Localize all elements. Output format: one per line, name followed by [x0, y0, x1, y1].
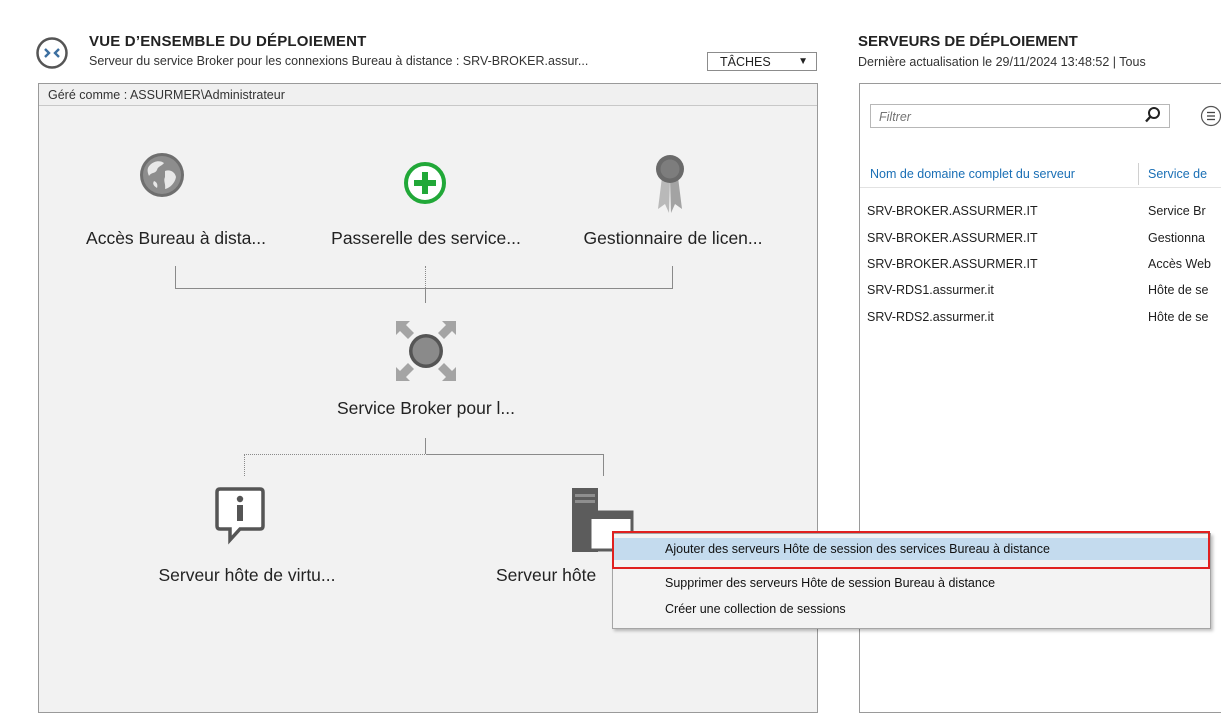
- connector-dotted-line: [425, 266, 426, 288]
- chevron-down-icon: ▼: [798, 56, 808, 67]
- info-speech-icon: [215, 487, 265, 545]
- connector-line: [175, 266, 176, 288]
- tasks-dropdown-button[interactable]: TÂCHES ▼: [707, 52, 817, 71]
- context-menu: Ajouter des serveurs Hôte de session des…: [612, 533, 1211, 629]
- node-broker[interactable]: Service Broker pour l...: [316, 318, 536, 428]
- node-gateway[interactable]: Passerelle des service...: [316, 148, 536, 258]
- connector-line: [672, 266, 673, 288]
- award-ribbon-icon: [656, 155, 684, 213]
- node-label-broker: Service Broker pour l...: [337, 398, 515, 418]
- cell-role: Gestionna: [1148, 231, 1205, 245]
- cell-fqdn: SRV-BROKER.ASSURMER.IT: [867, 231, 1038, 245]
- node-licensing[interactable]: Gestionnaire de licen...: [566, 148, 780, 258]
- globe-icon: [140, 153, 184, 197]
- table-row[interactable]: SRV-RDS1.assurmer.it Hôte de se: [860, 283, 1221, 305]
- menu-item-create-collection[interactable]: Créer une collection de sessions: [613, 598, 1210, 620]
- tasks-label: TÂCHES: [720, 54, 771, 69]
- connector-line: [426, 454, 604, 455]
- connector-line: [425, 438, 426, 454]
- table-row[interactable]: SRV-BROKER.ASSURMER.IT Service Br: [860, 204, 1221, 226]
- list-view-options-icon[interactable]: [1200, 105, 1221, 127]
- node-label-virtualization-host: Serveur hôte de virtu...: [158, 565, 336, 585]
- cell-role: Accès Web: [1148, 257, 1211, 271]
- connector-dotted-line: [244, 454, 425, 455]
- managed-as-label: Géré comme : ASSURMER\Administrateur: [39, 84, 817, 106]
- node-virtualization-host[interactable]: Serveur hôte de virtu...: [132, 485, 362, 595]
- node-label-licensing: Gestionnaire de licen...: [583, 228, 763, 248]
- node-label-web-access: Accès Bureau à dista...: [86, 228, 266, 248]
- cell-fqdn: SRV-RDS2.assurmer.it: [867, 310, 994, 324]
- filter-field[interactable]: [870, 104, 1170, 128]
- remote-desktop-icon: [36, 37, 68, 69]
- filter-input[interactable]: [877, 106, 1141, 128]
- overview-title: VUE D’ENSEMBLE DU DÉPLOIEMENT: [89, 33, 367, 50]
- connector-line: [425, 289, 426, 303]
- menu-item-add-session-host[interactable]: Ajouter des serveurs Hôte de session des…: [613, 538, 1210, 560]
- broker-hub-icon: [396, 321, 456, 381]
- servers-title: SERVEURS DE DÉPLOIEMENT: [858, 33, 1078, 50]
- plus-circle-icon: [404, 162, 446, 204]
- cell-fqdn: SRV-RDS1.assurmer.it: [867, 283, 994, 297]
- cell-fqdn: SRV-BROKER.ASSURMER.IT: [867, 257, 1038, 271]
- menu-item-remove-session-host[interactable]: Supprimer des serveurs Hôte de session B…: [613, 572, 1210, 594]
- table-row[interactable]: SRV-RDS2.assurmer.it Hôte de se: [860, 310, 1221, 332]
- header-divider: [860, 187, 1221, 188]
- column-header-service[interactable]: Service de: [1148, 167, 1221, 181]
- connector-line: [603, 454, 604, 476]
- table-row[interactable]: SRV-BROKER.ASSURMER.IT Gestionna: [860, 231, 1221, 253]
- node-label-gateway: Passerelle des service...: [331, 228, 521, 248]
- cell-role: Hôte de se: [1148, 283, 1209, 297]
- connector-dotted-line: [244, 454, 245, 476]
- node-label-session-host: Serveur hôte: [496, 565, 597, 585]
- cell-role: Hôte de se: [1148, 310, 1209, 324]
- connector-line: [175, 288, 673, 289]
- column-header-fqdn[interactable]: Nom de domaine complet du serveur: [870, 167, 1075, 181]
- node-web-access[interactable]: Accès Bureau à dista...: [70, 148, 282, 258]
- table-row[interactable]: SRV-BROKER.ASSURMER.IT Accès Web: [860, 257, 1221, 279]
- overview-subtitle: Serveur du service Broker pour les conne…: [89, 54, 589, 68]
- cell-role: Service Br: [1148, 204, 1206, 218]
- servers-subtitle: Dernière actualisation le 29/11/2024 13:…: [858, 55, 1146, 69]
- cell-fqdn: SRV-BROKER.ASSURMER.IT: [867, 204, 1038, 218]
- column-separator[interactable]: [1138, 163, 1139, 185]
- search-icon[interactable]: [1144, 106, 1162, 124]
